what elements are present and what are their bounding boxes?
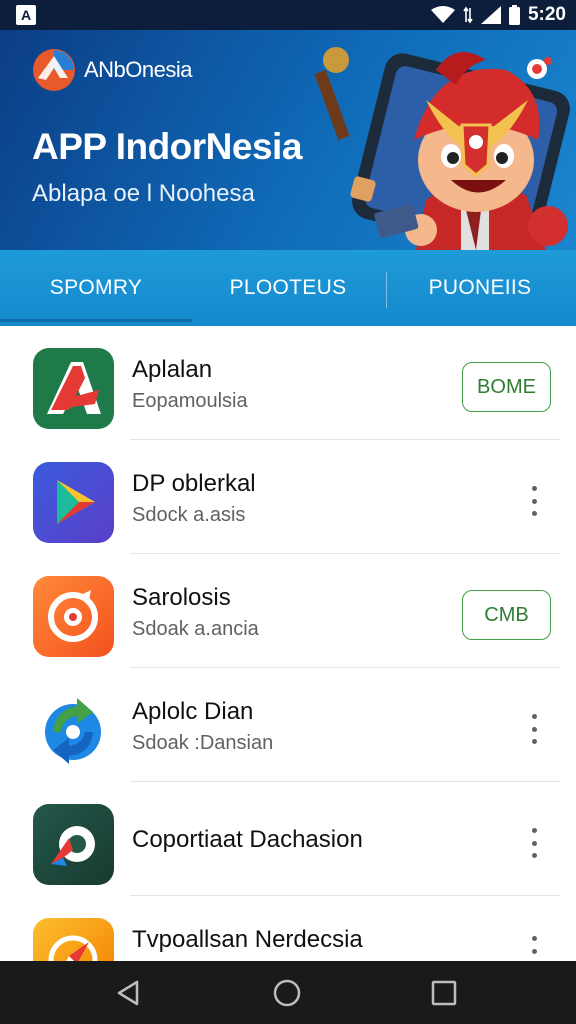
clock: 5:20: [527, 4, 566, 25]
app-action-button[interactable]: CMB: [462, 590, 551, 640]
app-subtitle: Sdoak a.ancia: [132, 618, 259, 640]
dark-green-arrow-icon: [33, 804, 114, 885]
brand: ANbOnesia: [32, 48, 193, 92]
orange-target-icon: [33, 576, 114, 657]
app-subtitle: Sdoak :Dansian: [132, 732, 274, 754]
status-bar: A 5:20: [0, 0, 576, 30]
wifi-icon: [430, 6, 455, 23]
list-item[interactable]: Aplolc Dian Sdoak :Dansian: [0, 668, 576, 782]
app-title: Coportiaat Dachasion: [132, 826, 363, 853]
tab-plooteus[interactable]: PLOOTEUS: [192, 250, 384, 326]
app-subtitle: Eopamoulsia: [132, 390, 248, 412]
banner-title: APP IndorNesia: [32, 126, 302, 167]
signal-icon: [480, 6, 501, 24]
notification-a-icon: A: [16, 5, 36, 25]
overflow-menu-icon[interactable]: [528, 714, 540, 744]
play-triangle-icon: [33, 462, 114, 543]
data-arrows-icon: [463, 6, 473, 24]
promo-banner[interactable]: ANbOnesia APP IndorNesia Ablapa oe l Noo…: [0, 30, 576, 250]
banner-subtitle: Ablapa oe l Noohesa: [32, 180, 255, 207]
app-action-button[interactable]: BOME: [462, 362, 551, 412]
app-title: Aplalan: [132, 356, 213, 383]
system-nav-bar: [0, 961, 576, 1024]
app-title: Tvpoallsan Nerdecsia: [132, 926, 363, 953]
battery-icon: [508, 5, 520, 25]
app-subtitle: Sdock a.asis: [132, 504, 246, 526]
swirl-arrow-icon: [33, 690, 114, 771]
app-title: DP oblerkal: [132, 470, 256, 497]
overflow-menu-icon[interactable]: [528, 486, 540, 516]
brand-name: ANbOnesia: [84, 57, 193, 82]
tab-spomry[interactable]: SPOMRY: [0, 250, 192, 326]
status-icons: 5:20: [430, 4, 566, 26]
red-a-logo-icon: [33, 348, 114, 429]
app-title: Sarolosis: [132, 584, 231, 611]
tab-bar: SPOMRY PLOOTEUS PUONEIIS: [0, 250, 576, 326]
home-icon[interactable]: [271, 977, 303, 1009]
back-icon[interactable]: [113, 977, 145, 1009]
recents-icon[interactable]: [428, 977, 460, 1009]
list-item[interactable]: Sarolosis Sdoak a.ancia CMB: [0, 554, 576, 668]
tab-puoneiis[interactable]: PUONEIIS: [384, 250, 576, 326]
overflow-menu-icon[interactable]: [528, 828, 540, 858]
list-item[interactable]: DP oblerkal Sdock a.asis: [0, 440, 576, 554]
brand-logo-icon: [33, 49, 75, 91]
app-list: Aplalan Eopamoulsia BOME DP oblerkal Sdo…: [0, 326, 576, 1010]
list-item[interactable]: Aplalan Eopamoulsia BOME: [0, 326, 576, 440]
tab-divider: [386, 272, 387, 308]
app-title: Aplolc Dian: [132, 698, 254, 725]
list-item[interactable]: Coportiaat Dachasion: [0, 782, 576, 896]
notification-badge-icon[interactable]: [524, 54, 554, 84]
